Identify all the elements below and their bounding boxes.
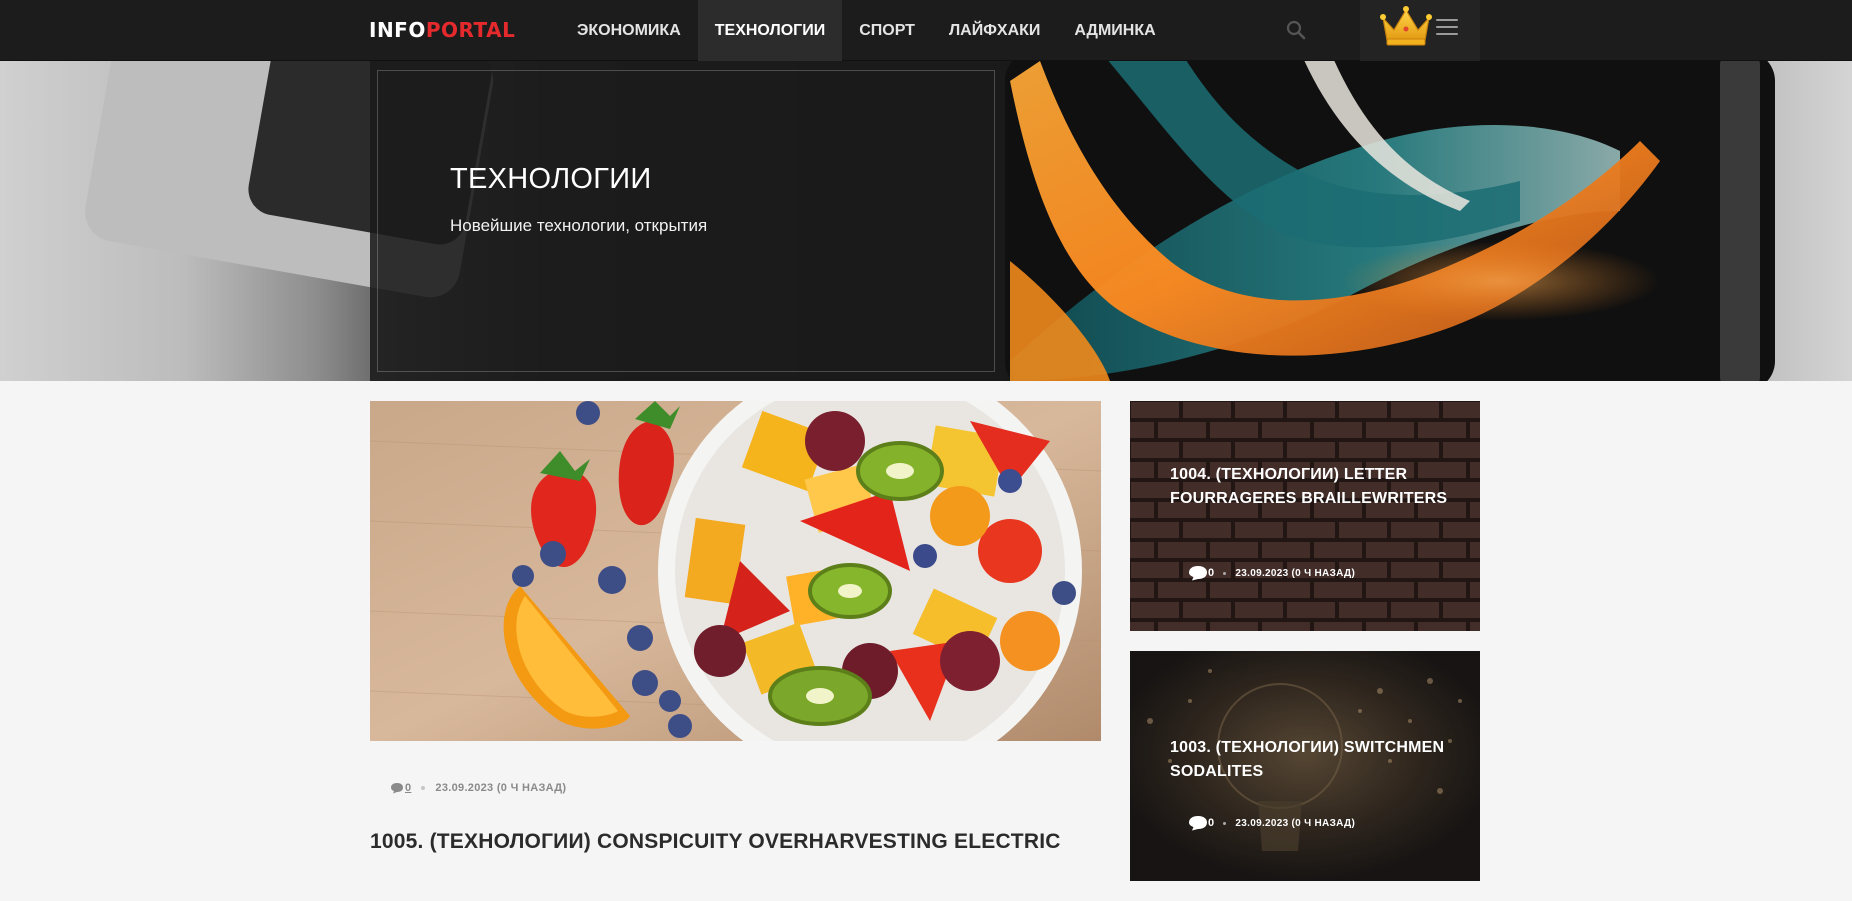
side-article-card[interactable]: 1004. (ТЕХНОЛОГИИ) LETTER FOURRAGERES BR… bbox=[1130, 401, 1480, 631]
side-article-card[interactable]: 1003. (ТЕХНОЛОГИИ) SWITCHMEN SODALITES 0… bbox=[1130, 651, 1480, 881]
comment-icon bbox=[1189, 816, 1207, 831]
category-title: ТЕХНОЛОГИИ bbox=[450, 163, 652, 195]
site-logo[interactable]: INFOPORTAL bbox=[369, 17, 515, 43]
nav-item-admin[interactable]: АДМИНКА bbox=[1057, 0, 1172, 61]
comment-icon bbox=[391, 783, 403, 794]
category-hero bbox=[0, 61, 1852, 381]
side-article-meta: 0 23.09.2023 (0 Ч НАЗАД) bbox=[1188, 815, 1355, 831]
top-navbar: INFOPORTAL ЭКОНОМИКА ТЕХНОЛОГИИ СПОРТ ЛА… bbox=[0, 0, 1852, 61]
nav-item-lifehacks[interactable]: ЛАЙФХАКИ bbox=[932, 0, 1057, 61]
meta-separator bbox=[1223, 821, 1227, 825]
nav-item-economy[interactable]: ЭКОНОМИКА bbox=[560, 0, 698, 61]
hamburger-icon[interactable] bbox=[1436, 19, 1458, 39]
meta-separator bbox=[421, 786, 426, 790]
side-article-title[interactable]: 1004. (ТЕХНОЛОГИИ) LETTER FOURRAGERES BR… bbox=[1170, 463, 1460, 511]
comment-icon bbox=[1189, 566, 1207, 581]
main-nav: ЭКОНОМИКА ТЕХНОЛОГИИ СПОРТ ЛАЙФХАКИ АДМИ… bbox=[560, 0, 1173, 61]
meta-separator bbox=[1223, 571, 1227, 575]
category-subtitle: Новейшие технологии, открытия bbox=[450, 216, 708, 235]
comment-count[interactable]: 0 bbox=[1208, 567, 1214, 579]
article-date: 23.09.2023 (0 Ч НАЗАД) bbox=[1235, 817, 1356, 829]
main-article-title[interactable]: 1005. (ТЕХНОЛОГИИ) CONSPICUITY OVERHARVE… bbox=[370, 829, 1061, 855]
comment-count[interactable]: 0 bbox=[405, 782, 411, 794]
nav-item-sport[interactable]: СПОРТ bbox=[842, 0, 932, 61]
article-date: 23.09.2023 (0 Ч НАЗАД) bbox=[1235, 567, 1356, 579]
comment-count[interactable]: 0 bbox=[1208, 817, 1214, 829]
fruit-bowl-image bbox=[370, 401, 1101, 741]
side-article-meta: 0 23.09.2023 (0 Ч НАЗАД) bbox=[1188, 565, 1355, 581]
main-article-image[interactable] bbox=[370, 401, 1101, 741]
crown-icon[interactable] bbox=[1379, 4, 1433, 48]
brick-wall-image bbox=[1130, 401, 1480, 631]
logo-text-info: INFO bbox=[369, 18, 426, 42]
article-date: 23.09.2023 (0 Ч НАЗАД) bbox=[435, 782, 567, 794]
logo-text-portal: PORTAL bbox=[425, 18, 516, 42]
side-article-title[interactable]: 1003. (ТЕХНОЛОГИИ) SWITCHMEN SODALITES bbox=[1170, 736, 1460, 784]
main-article-meta: 0 23.09.2023 (0 Ч НАЗАД) bbox=[390, 782, 566, 794]
search-icon[interactable] bbox=[1284, 18, 1308, 42]
nav-item-technology[interactable]: ТЕХНОЛОГИИ bbox=[697, 0, 843, 61]
